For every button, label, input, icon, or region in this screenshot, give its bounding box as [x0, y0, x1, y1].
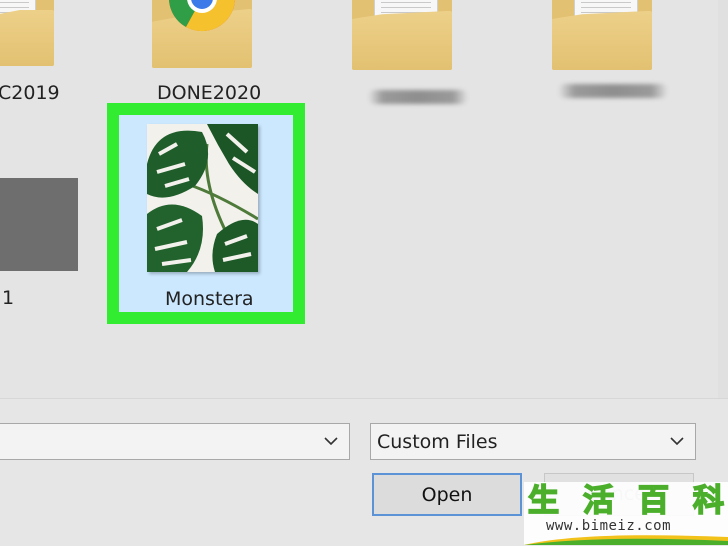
file-list-area: C2019 DONE2020 1 Monstera — [0, 0, 728, 398]
watermark-swoosh-icon — [524, 535, 728, 545]
watermark-char: 科 — [692, 483, 725, 519]
open-button[interactable]: Open — [372, 473, 522, 516]
folder-tile-blurred-2[interactable] — [550, 0, 700, 110]
folder-icon — [552, 0, 652, 70]
chrome-icon — [169, 0, 235, 32]
watermark-chars: 生 活 百 科 — [527, 483, 725, 519]
chevron-down-icon[interactable] — [323, 433, 339, 449]
file-label: C2019 — [0, 82, 60, 104]
watermark-char: 百 — [637, 483, 670, 519]
file-label: 1 — [2, 287, 15, 309]
watermark-char: 生 — [527, 483, 560, 519]
folder-tile-done2020[interactable]: DONE2020 — [140, 0, 270, 110]
folder-icon — [352, 0, 452, 70]
watermark-logo: 生 活 百 科 www.bimeiz.com — [524, 482, 728, 545]
file-label: DONE2020 — [157, 82, 262, 104]
folder-tile-blurred-1[interactable] — [350, 0, 490, 110]
folder-icon — [152, 0, 252, 68]
file-label: Monstera — [165, 288, 254, 310]
redacted-label — [558, 84, 668, 98]
image-thumbnail — [0, 178, 78, 271]
folder-tile-c2019[interactable]: C2019 — [0, 0, 100, 110]
redacted-label — [368, 90, 468, 104]
file-list-scrollbar[interactable] — [718, 0, 728, 398]
file-type-select[interactable]: Custom Files — [370, 423, 696, 460]
monstera-thumbnail — [147, 124, 258, 272]
file-name-input[interactable] — [0, 423, 350, 460]
chevron-down-icon[interactable] — [669, 433, 685, 449]
folder-icon — [0, 0, 54, 66]
file-type-value: Custom Files — [377, 431, 498, 453]
watermark-char: 活 — [582, 483, 615, 519]
image-tile-1[interactable]: 1 — [0, 170, 90, 320]
